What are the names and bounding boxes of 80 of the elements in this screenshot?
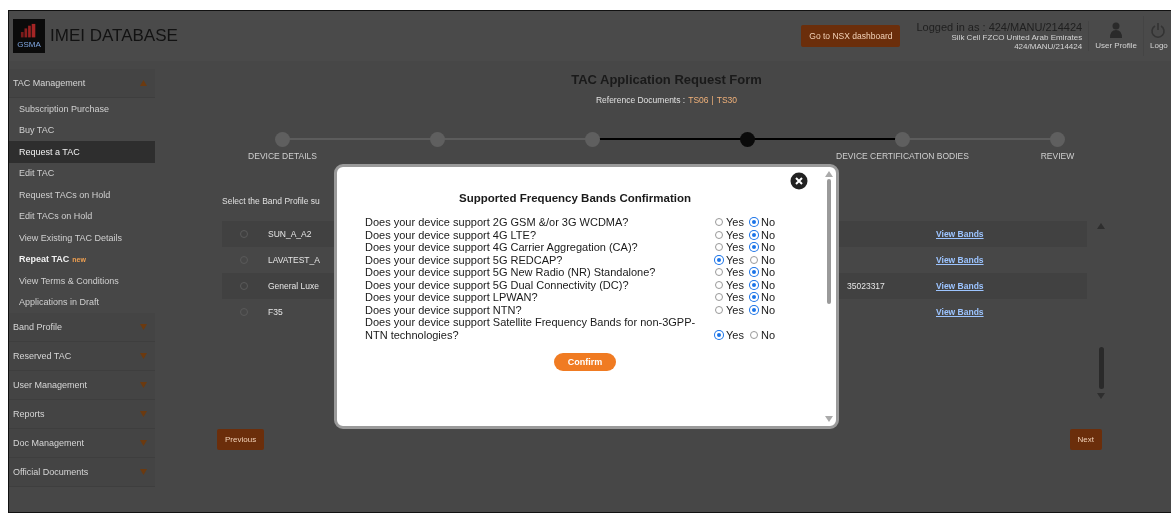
radio-option[interactable]: No: [749, 266, 775, 279]
table-cell-text: F35: [268, 307, 284, 317]
scrollbar[interactable]: [824, 171, 834, 422]
question-text: Does your device support NTN?: [365, 303, 523, 316]
user-id-text: 424/MANU/214424: [1014, 42, 1083, 51]
radio-button[interactable]: [715, 243, 723, 252]
question-text: Does your device support 4G LTE?: [365, 228, 537, 241]
user-icon: [1110, 22, 1123, 38]
question-text: Does your device support 5G New Radio (NR) Standalone?: [365, 266, 657, 279]
radio-option[interactable]: Yes: [715, 328, 744, 341]
view-bands-link[interactable]: View Bands: [936, 307, 984, 317]
triangle-up-icon: [140, 80, 147, 86]
radio-option[interactable]: Yes: [715, 228, 744, 241]
radio-option[interactable]: No: [749, 216, 775, 229]
company-text: Silk Cell FZCO United Arab Emirates: [951, 33, 1083, 42]
radio-option[interactable]: Yes: [715, 266, 744, 279]
logout-button[interactable]: Logo: [1144, 16, 1171, 56]
reference-link[interactable]: TS30: [716, 95, 738, 105]
radio-button[interactable]: [715, 305, 723, 314]
radio-button[interactable]: [749, 330, 758, 339]
user-profile-button[interactable]: User Profile: [1089, 16, 1144, 56]
radio-option[interactable]: No: [749, 291, 775, 304]
scroll-up-icon[interactable]: [825, 171, 833, 177]
view-bands-link[interactable]: View Bands: [936, 281, 984, 291]
scroll-down-icon[interactable]: [1097, 393, 1105, 399]
question-text: Does your device support LPWAN?: [365, 291, 539, 304]
table-cell: 35023317: [847, 281, 885, 291]
radio-button[interactable]: [715, 218, 723, 227]
previous-button[interactable]: Previous: [217, 429, 265, 450]
instruction-text: Select the Band Profile su: [222, 196, 320, 206]
radio-option[interactable]: Yes: [715, 291, 744, 304]
step-label: DEVICE CERTIFICATION BODIES: [836, 151, 969, 161]
dialog-title: Supported Frequency Bands Confirmation: [458, 192, 692, 204]
table-cell-text: SUN_A_A2: [268, 229, 313, 239]
triangle-down-icon: [140, 411, 147, 417]
radio-button[interactable]: [715, 293, 723, 302]
app-title: IMEI DATABASE: [50, 26, 178, 46]
question-text: Does your device support 5G Dual Connectivity (DC)?: [365, 278, 630, 291]
radio-button[interactable]: [715, 268, 723, 277]
close-icon[interactable]: [790, 172, 808, 190]
triangle-down-icon: [140, 382, 147, 388]
sidebar-item[interactable]: Request a TAC: [9, 141, 155, 163]
question-text: Does your device support 2G GSM &/or 3G WCDMA?: [365, 216, 630, 229]
step-label: DEVICE DETAILS: [248, 151, 317, 161]
radio-option[interactable]: No: [749, 241, 775, 254]
triangle-down-icon: [140, 353, 147, 359]
table-cell-text: General Luxe: [268, 281, 321, 291]
scroll-up-icon[interactable]: [1097, 223, 1105, 229]
logo-text: GSMA: [17, 41, 41, 49]
scrollbar[interactable]: [1095, 221, 1107, 401]
radio-option[interactable]: Yes: [715, 253, 744, 266]
reference-label: Reference Documents :: [595, 95, 686, 105]
triangle-down-icon: [140, 440, 147, 446]
radio-option[interactable]: Yes: [715, 303, 744, 316]
power-icon: [1150, 22, 1166, 38]
scroll-down-icon[interactable]: [825, 416, 833, 422]
question-text: Does your device support 5G REDCAP?: [365, 253, 564, 266]
question-text: Does your device support 4G Carrier Aggregation (CA)?: [365, 241, 639, 254]
next-button[interactable]: Next: [1069, 429, 1102, 450]
radio-button[interactable]: [749, 255, 758, 264]
question-text: Does your device support Satellite Frequency Bands for non-3GPP-NTN technologies?: [365, 316, 697, 341]
radio-option[interactable]: No: [749, 328, 775, 341]
triangle-down-icon: [140, 469, 147, 475]
step-label: REVIEW: [1040, 151, 1075, 161]
triangle-down-icon: [140, 324, 147, 330]
radio-button[interactable]: [715, 280, 723, 289]
radio-option[interactable]: No: [749, 278, 775, 291]
separator-text: |: [711, 95, 714, 105]
table-cell-text: LAVATEST_A: [268, 255, 321, 265]
radio-button[interactable]: [715, 230, 723, 239]
radio-option[interactable]: No: [749, 253, 775, 266]
reference-link[interactable]: TS06: [688, 95, 709, 105]
radio-option[interactable]: Yes: [715, 241, 744, 254]
radio-option[interactable]: No: [749, 228, 775, 241]
radio-option[interactable]: Yes: [715, 278, 744, 291]
view-bands-link[interactable]: View Bands: [936, 229, 984, 239]
radio-option[interactable]: No: [749, 303, 775, 316]
view-bands-link[interactable]: View Bands: [936, 255, 984, 265]
dashboard-button[interactable]: Go to NSX dashboard: [801, 25, 901, 47]
radio-option[interactable]: Yes: [715, 216, 744, 229]
